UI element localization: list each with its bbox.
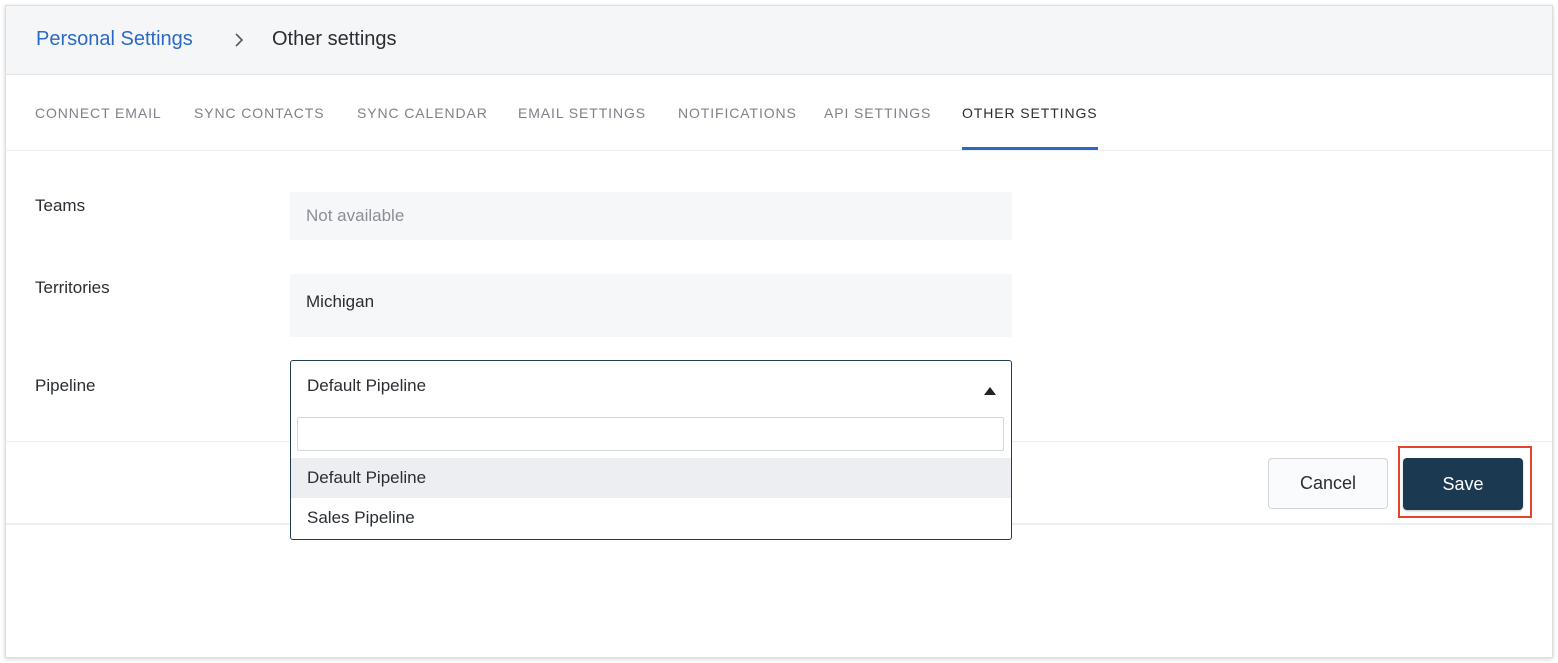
settings-panel: Personal Settings Other settings CONNECT…	[5, 5, 1553, 658]
tab-email-settings[interactable]: EMAIL SETTINGS	[518, 75, 646, 150]
tab-notifications[interactable]: NOTIFICATIONS	[678, 75, 797, 150]
breadcrumb-personal-settings-link[interactable]: Personal Settings	[36, 28, 193, 51]
tab-api-settings[interactable]: API SETTINGS	[824, 75, 931, 150]
tab-sync-contacts[interactable]: SYNC CONTACTS	[194, 75, 324, 150]
save-button[interactable]: Save	[1403, 458, 1523, 510]
pipeline-selected-value: Default Pipeline	[307, 376, 427, 395]
dropdown-option-default-pipeline[interactable]: Default Pipeline	[291, 458, 1011, 498]
territories-label: Territories	[35, 278, 110, 297]
tab-connect-email[interactable]: CONNECT EMAIL	[35, 75, 162, 150]
chevron-right-icon	[232, 28, 248, 52]
teams-label: Teams	[35, 196, 86, 215]
page-title: Other settings	[272, 28, 397, 50]
teams-field: Not available	[290, 192, 1012, 240]
settings-tabs: CONNECT EMAIL SYNC CONTACTS SYNC CALENDA…	[6, 75, 1552, 151]
tab-sync-calendar[interactable]: SYNC CALENDAR	[357, 75, 488, 150]
breadcrumb: Personal Settings Other settings	[6, 6, 1552, 75]
pipeline-search-input[interactable]	[297, 417, 1004, 451]
pipeline-label: Pipeline	[35, 376, 96, 395]
cancel-button[interactable]: Cancel	[1268, 458, 1388, 509]
pipeline-dropdown: Default Pipeline Sales Pipeline	[290, 411, 1012, 540]
territories-field: Michigan	[290, 274, 1012, 337]
caret-up-icon	[984, 382, 996, 395]
tab-other-settings[interactable]: OTHER SETTINGS	[962, 75, 1098, 150]
pipeline-select[interactable]: Default Pipeline	[290, 360, 1012, 412]
dropdown-option-sales-pipeline[interactable]: Sales Pipeline	[291, 498, 1011, 538]
